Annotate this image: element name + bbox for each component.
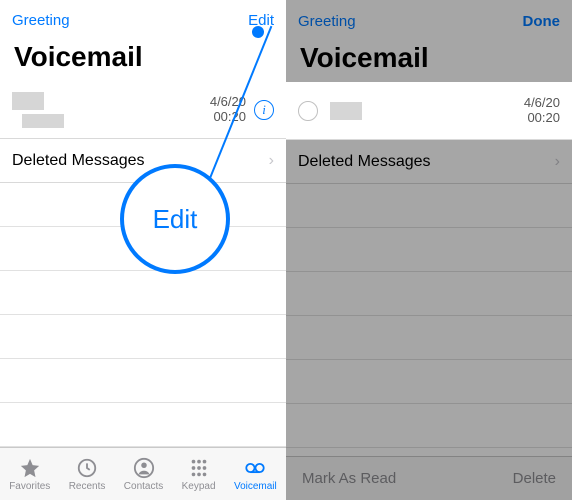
empty-row: [0, 359, 286, 403]
voicemail-edit-screen: Greeting Done Voicemail 4/6/20 00:20 Del…: [286, 0, 572, 500]
caller-sub-redacted: [22, 114, 64, 128]
empty-row: [286, 184, 572, 228]
vm-duration: 00:20: [210, 110, 246, 125]
deleted-messages-label: Deleted Messages: [298, 153, 555, 171]
star-icon: [18, 457, 42, 479]
empty-row: [286, 360, 572, 404]
tab-favorites[interactable]: Favorites: [9, 457, 50, 492]
tab-label: Keypad: [182, 481, 216, 492]
empty-row: [286, 316, 572, 360]
callout-label: Edit: [153, 204, 198, 235]
callout-dot-icon: [252, 26, 264, 38]
voicemail-row-selectable[interactable]: 4/6/20 00:20: [286, 82, 572, 140]
tab-keypad[interactable]: Keypad: [182, 457, 216, 492]
voicemail-list: 4/6/20 00:20 Deleted Messages ›: [286, 82, 572, 456]
nav-bar: Greeting Done: [286, 0, 572, 42]
tab-label: Contacts: [124, 481, 163, 492]
empty-row: [0, 271, 286, 315]
empty-row: [286, 272, 572, 316]
deleted-messages-label: Deleted Messages: [12, 152, 269, 170]
chevron-right-icon: ›: [269, 152, 274, 170]
nav-bar: Greeting Edit: [0, 0, 286, 41]
voicemail-icon: [243, 457, 267, 479]
greeting-button[interactable]: Greeting: [298, 13, 356, 30]
tab-contacts[interactable]: Contacts: [124, 457, 163, 492]
greeting-button[interactable]: Greeting: [12, 12, 70, 29]
tab-label: Favorites: [9, 481, 50, 492]
page-title: Voicemail: [0, 41, 286, 81]
deleted-messages-row[interactable]: Deleted Messages ›: [286, 140, 572, 184]
selection-circle-icon[interactable]: [298, 101, 318, 121]
vm-duration: 00:20: [524, 111, 560, 126]
tab-voicemail[interactable]: Voicemail: [234, 457, 277, 492]
voicemail-screen: Greeting Edit Voicemail 4/6/20 00:20 i: [0, 0, 286, 500]
clock-icon: [75, 457, 99, 479]
done-button[interactable]: Done: [523, 13, 561, 30]
vm-date: 4/6/20: [524, 96, 560, 111]
info-icon[interactable]: i: [254, 100, 274, 120]
keypad-icon: [187, 457, 211, 479]
empty-row: [0, 403, 286, 447]
tab-recents[interactable]: Recents: [69, 457, 106, 492]
empty-row: [0, 315, 286, 359]
mark-as-read-button[interactable]: Mark As Read: [302, 470, 396, 487]
voicemail-row[interactable]: 4/6/20 00:20 i: [0, 81, 286, 139]
tab-label: Voicemail: [234, 481, 277, 492]
chevron-right-icon: ›: [555, 153, 560, 171]
delete-button[interactable]: Delete: [513, 470, 556, 487]
tab-bar: Favorites Recents Contacts Keypad: [0, 447, 286, 500]
contact-icon: [132, 457, 156, 479]
tab-label: Recents: [69, 481, 106, 492]
edit-callout: Edit: [120, 164, 230, 274]
empty-row: [286, 228, 572, 272]
page-title: Voicemail: [286, 42, 572, 82]
edit-toolbar: Mark As Read Delete: [286, 456, 572, 500]
caller-name-redacted: [12, 92, 44, 110]
caller-name-redacted: [330, 102, 362, 120]
empty-row: [286, 404, 572, 448]
